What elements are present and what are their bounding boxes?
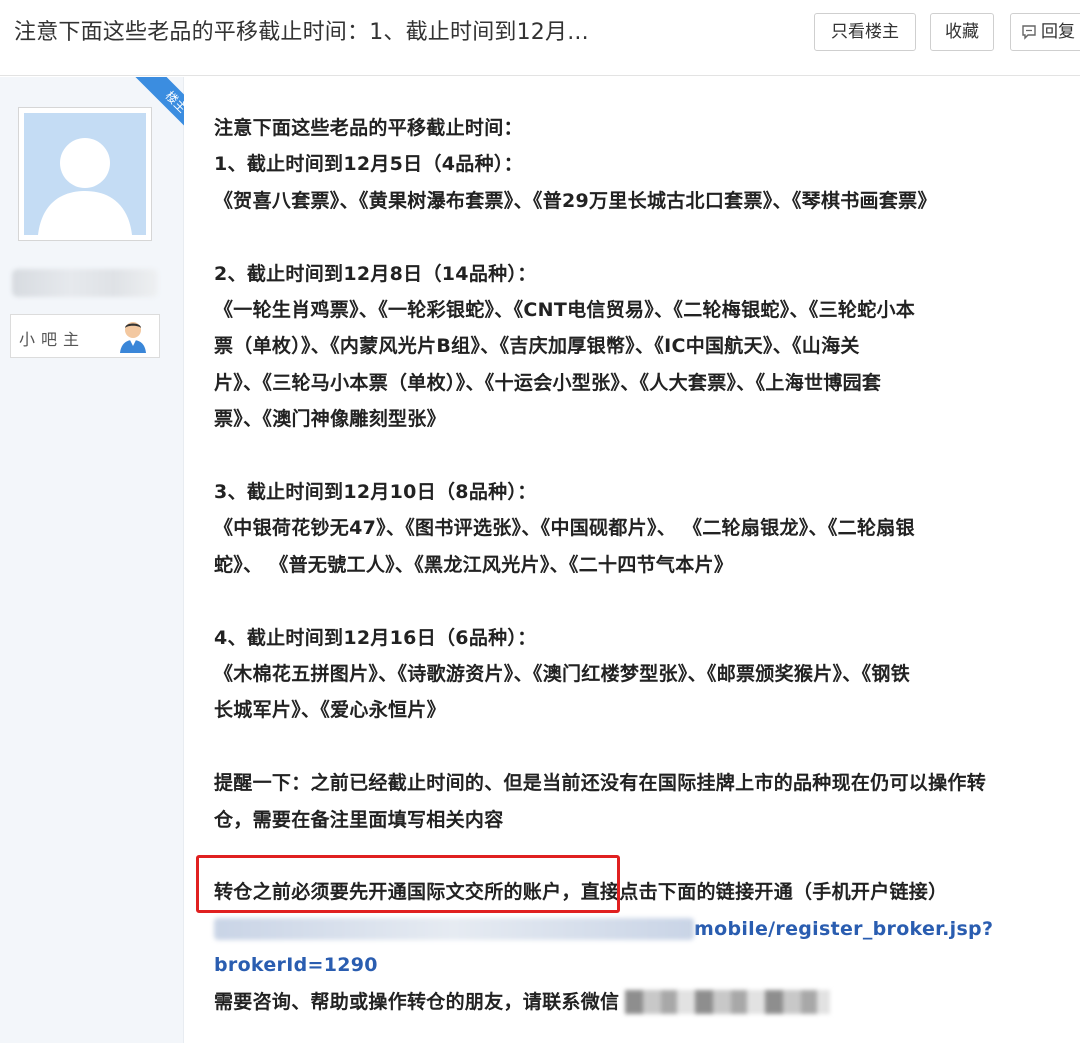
section-3-items: 蛇》、 《普无號工人》、《黑龙江风光片》、《二十四节气本片》 [214, 553, 734, 576]
thread-title: 注意下面这些老品的平移截止时间：1、截止时间到12月... [14, 20, 589, 45]
comment-icon [1022, 25, 1036, 40]
link-redacted [214, 918, 694, 941]
section-2-items: 《一轮生肖鸡票》、《一轮彩银蛇》、《CNT电信贸易》、《二轮梅银蛇》、《三轮蛇小… [214, 299, 916, 322]
section-4-items: 《木棉花五拼图片》、《诗歌游资片》、《澳门红楼梦型张》、《邮票颁奖猴片》、《钢铁 [214, 663, 911, 686]
register-link-text[interactable]: mobile/register_broker.jsp? [694, 918, 993, 940]
section-1-heading: 1、截止时间到12月5日（4品种）： [214, 153, 524, 176]
favorite-button[interactable]: 收藏 [930, 13, 994, 51]
section-2-items: 片》、《三轮马小本票（单枚）》、《十运会小型张》、《人大套票》、《上海世博园套 [214, 371, 882, 394]
register-link-param[interactable]: brokerId=1290 [214, 954, 378, 976]
contact-line: 需要咨询、帮助或操作转仓的朋友，请联系微信 [214, 984, 1080, 1020]
section-2-items: 票（单枚）》、《内蒙风光片B组》、《吉庆加厚银幣》、《IC中国航天》、《山海关 [214, 335, 860, 358]
register-link-continued[interactable]: brokerId=1290 [214, 947, 1080, 983]
section-4-items: 长城军片》、《爱心永恒片》 [214, 699, 446, 722]
section-1-items: 《贺喜八套票》、《黄果树瀑布套票》、《普29万里长城古北口套票》、《琴棋书画套票… [214, 189, 937, 212]
username-redacted [12, 269, 158, 297]
contact-text: 需要咨询、帮助或操作转仓的朋友，请联系微信 [214, 990, 620, 1013]
section-2-items: 票》、《澳门神像雕刻型张》 [214, 408, 446, 431]
reply-button[interactable]: 回复 [1010, 13, 1080, 51]
author-ribbon: 楼主 [118, 77, 184, 143]
badge-label: 小吧主 [19, 330, 86, 349]
author-ribbon-label: 楼主 [132, 77, 184, 143]
section-3-heading: 3、截止时间到12月10日（8品种）： [214, 481, 537, 504]
reply-button-label: 回复 [1041, 22, 1075, 42]
reminder-text: 提醒一下：之前已经截止时间的、但是当前还没有在国际挂牌上市的品种现在仍可以操作转 [214, 772, 987, 795]
moderator-badge[interactable]: 小吧主 [10, 314, 160, 358]
thread-header: 注意下面这些老品的平移截止时间：1、截止时间到12月... 只看楼主 收藏 回复 [0, 0, 1080, 76]
wechat-id-redacted [625, 990, 831, 1015]
user-avatar-icon [120, 322, 146, 353]
section-3-items: 《中银荷花钞无47》、《图书评选张》、《中国砚都片》、 《二轮扇银龙》、《二轮扇… [214, 517, 915, 540]
post-intro: 注意下面这些老品的平移截止时间： [214, 117, 523, 139]
account-notice-rest: 直接点击下面的链接开通（手机开户链接） [580, 881, 948, 904]
section-2-heading: 2、截止时间到12月8日（14品种）： [214, 262, 537, 285]
user-panel: 楼主 小吧主 [0, 77, 184, 1043]
register-link[interactable]: mobile/register_broker.jsp? [214, 911, 1080, 947]
reminder-text: 仓，需要在备注里面填写相关内容 [214, 808, 504, 831]
section-4-heading: 4、截止时间到12月16日（6品种）： [214, 626, 537, 649]
red-highlight-box [196, 855, 620, 913]
only-author-button[interactable]: 只看楼主 [814, 13, 916, 51]
